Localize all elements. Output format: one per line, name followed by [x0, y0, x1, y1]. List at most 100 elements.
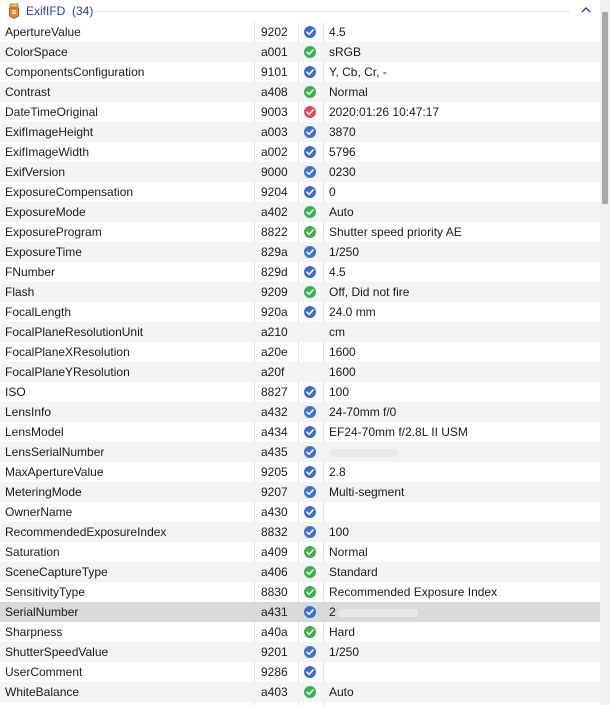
table-row[interactable]: ExifVersion 9000 0230 [0, 162, 600, 182]
vertical-scrollbar[interactable] [600, 0, 610, 705]
tag-id: a430 [261, 505, 288, 519]
table-row[interactable]: ExifImageHeight a003 3870 [0, 122, 600, 142]
table-row[interactable]: Contrast a408 Normal [0, 82, 600, 102]
tag-value[interactable]: 100 [329, 522, 599, 542]
tag-id: 829d [261, 265, 288, 279]
value-text: 2020:01:26 10:47:17 [329, 105, 440, 119]
tag-value[interactable]: 100 [329, 382, 599, 402]
table-row[interactable]: SensitivityType 8830 Recommended Exposure … [0, 582, 600, 602]
table-row[interactable]: ExposureProgram 8822 Shutter speed priorit… [0, 222, 600, 242]
tag-value[interactable]: Hard [329, 622, 599, 642]
tag-value[interactable]: Auto [329, 682, 599, 702]
table-row[interactable]: FNumber 829d 4.5 [0, 262, 600, 282]
status-cell [302, 62, 320, 82]
tag-value[interactable]: 1/250 [329, 242, 599, 262]
tag-value[interactable]: Standard [329, 562, 599, 582]
tag-name: ComponentsConfiguration [5, 65, 145, 79]
tag-value[interactable] [329, 442, 599, 462]
tag-value[interactable]: Recommended Exposure Index [329, 582, 599, 602]
group-header[interactable]: ExifIFD (34) [0, 0, 600, 22]
tag-name: FocalPlaneYResolution [5, 365, 130, 379]
table-row[interactable]: ISO 8827 100 [0, 382, 600, 402]
redaction-mark [329, 448, 399, 457]
table-row[interactable]: LensInfo a432 24-70mm f/0 [0, 402, 600, 422]
tag-value[interactable]: Multi-segment [329, 482, 599, 502]
table-row[interactable]: MaxApertureValue 9205 2.8 [0, 462, 600, 482]
tag-value[interactable]: sRGB [329, 42, 599, 62]
tag-value[interactable]: Normal [329, 82, 599, 102]
tag-value[interactable]: EF24-70mm f/2.8L II USM [329, 422, 599, 442]
table-row[interactable]: Sharpness a40a Hard [0, 622, 600, 642]
table-row[interactable]: FocalPlaneYResolution a20f 1600 [0, 362, 600, 382]
check-icon [304, 486, 316, 498]
table-row[interactable]: LensModel a434 EF24-70mm f/2.8L II USM [0, 422, 600, 442]
tag-id: 920a [261, 305, 288, 319]
tag-value[interactable]: 24-70mm f/0 [329, 402, 599, 422]
value-text: Multi-segment [329, 485, 405, 499]
tag-value[interactable]: 24.0 mm [329, 302, 599, 322]
tag-value[interactable]: 5796 [329, 142, 599, 162]
tag-value[interactable]: 1600 [329, 342, 599, 362]
tag-value[interactable]: Y, Cb, Cr, - [329, 62, 599, 82]
table-row[interactable]: RecommendedExposureIndex 8832 100 [0, 522, 600, 542]
tag-value[interactable]: 4.5 [329, 262, 599, 282]
status-cell [302, 102, 320, 122]
table-row[interactable]: ExposureTime 829a 1/250 [0, 242, 600, 262]
tag-name: RecommendedExposureIndex [5, 525, 167, 539]
table-row[interactable]: SceneCaptureType a406 Standard [0, 562, 600, 582]
table-row[interactable]: ExifImageWidth a002 5796 [0, 142, 600, 162]
tag-value[interactable]: 2.8 [329, 462, 599, 482]
table-row[interactable]: FocalPlaneXResolution a20e 1600 [0, 342, 600, 362]
tag-id: 9286 [261, 665, 288, 679]
value-text: Standard [329, 565, 378, 579]
value-text: 1/250 [329, 645, 360, 659]
table-row[interactable]: ExposureMode a402 Auto [0, 202, 600, 222]
table-row[interactable]: MeteringMode 9207 Multi-segment [0, 482, 600, 502]
tag-id: a002 [261, 145, 288, 159]
tag-value[interactable]: 2 [329, 602, 599, 622]
scrollbar-thumb[interactable] [602, 12, 608, 204]
tag-id: a432 [261, 405, 288, 419]
table-row[interactable]: Flash 9209 Off, Did not fire [0, 282, 600, 302]
table-row[interactable]: ExposureCompensation 9204 0 [0, 182, 600, 202]
check-icon [304, 206, 316, 218]
table-row[interactable]: ComponentsConfiguration 9101 Y, Cb, Cr, - [0, 62, 600, 82]
tag-value[interactable]: Auto [329, 202, 599, 222]
tag-value[interactable]: 1600 [329, 362, 599, 382]
tag-value[interactable]: Off, Did not fire [329, 282, 599, 302]
tag-value[interactable]: cm [329, 322, 599, 342]
tag-value[interactable]: Shutter speed priority AE [329, 222, 599, 242]
check-icon [304, 506, 316, 518]
table-row[interactable]: ShutterSpeedValue 9201 1/250 [0, 642, 600, 662]
tag-value[interactable]: 1/250 [329, 642, 599, 662]
tag-value[interactable]: 4.5 [329, 22, 599, 42]
tag-value[interactable]: 0230 [329, 162, 599, 182]
table-row[interactable]: ApertureValue 9202 4.5 [0, 22, 600, 42]
table-row[interactable]: WhiteBalance a403 Auto [0, 682, 600, 702]
value-text: 100 [329, 525, 350, 539]
table-row[interactable]: LensSerialNumber a435 [0, 442, 600, 462]
table-row[interactable]: FocalPlaneResolutionUnit a210 cm [0, 322, 600, 342]
check-icon [304, 286, 316, 298]
table-row[interactable]: ColorSpace a001 sRGB [0, 42, 600, 62]
chevron-up-icon[interactable] [579, 3, 593, 17]
value-text: 1600 [329, 345, 356, 359]
status-cell [302, 522, 320, 542]
tag-value[interactable]: 3870 [329, 122, 599, 142]
table-row[interactable]: OwnerName a430 [0, 502, 600, 522]
tag-id: 9101 [261, 65, 288, 79]
tag-value[interactable]: 0 [329, 182, 599, 202]
table-row[interactable]: DateTimeOriginal 9003 2020:01:26 10:47:17 [0, 102, 600, 122]
status-cell [302, 582, 320, 602]
table-row[interactable]: Saturation a409 Normal [0, 542, 600, 562]
tag-value[interactable]: Normal [329, 542, 599, 562]
tag-value[interactable]: 2020:01:26 10:47:17 [329, 102, 599, 122]
check-icon [304, 406, 316, 418]
value-text: 2 [329, 605, 336, 619]
value-text: Hard [329, 625, 356, 639]
tag-id: 9003 [261, 105, 288, 119]
table-row[interactable]: FocalLength 920a 24.0 mm [0, 302, 600, 322]
table-row[interactable]: UserComment 9286 [0, 662, 600, 682]
status-cell [302, 342, 320, 362]
table-row[interactable]: SerialNumber a431 2 [0, 602, 600, 622]
